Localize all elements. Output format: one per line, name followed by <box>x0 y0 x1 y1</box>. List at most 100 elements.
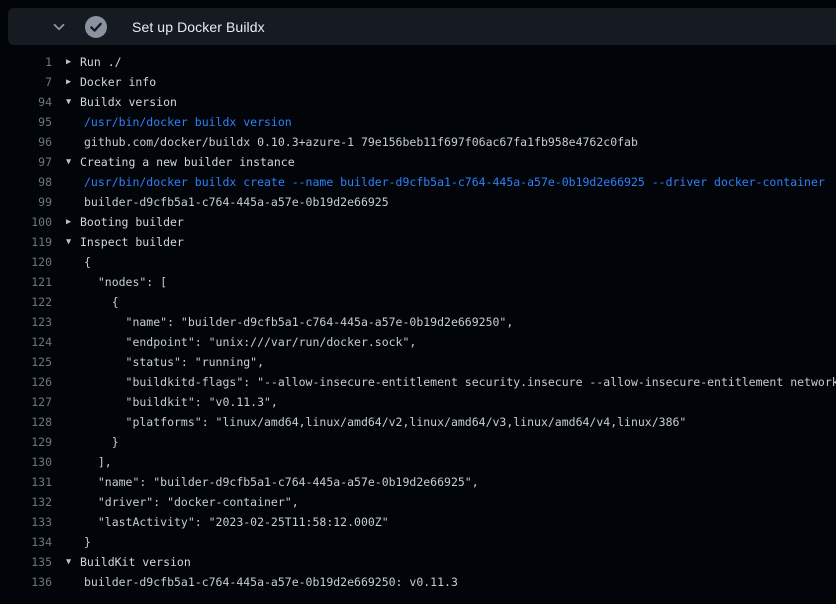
log-row: 121 "nodes": [ <box>0 272 836 292</box>
line-number[interactable]: 135 <box>0 552 52 572</box>
line-number[interactable]: 99 <box>0 192 52 212</box>
log-row: 133 "lastActivity": "2023-02-25T11:58:12… <box>0 512 836 532</box>
log-row: 122 { <box>0 292 836 312</box>
log-row: 99builder-d9cfb5a1-c764-445a-a57e-0b19d2… <box>0 192 836 212</box>
chevron-down-icon[interactable] <box>51 19 67 35</box>
log-group-header[interactable]: ▼BuildKit version <box>52 552 191 572</box>
log-row: 96github.com/docker/buildx 0.10.3+azure-… <box>0 132 836 152</box>
line-number[interactable]: 98 <box>0 172 52 192</box>
log-group-header[interactable]: ▶Docker info <box>52 72 156 92</box>
log-row: 120{ <box>0 252 836 272</box>
line-number[interactable]: 7 <box>0 72 52 92</box>
command-line: /usr/bin/docker buildx version <box>52 112 292 132</box>
log-row[interactable]: 94▼Buildx version <box>0 92 836 112</box>
line-number[interactable]: 97 <box>0 152 52 172</box>
log-group-header[interactable]: ▼Creating a new builder instance <box>52 152 295 172</box>
line-number[interactable]: 100 <box>0 212 52 232</box>
output-line: "platforms": "linux/amd64,linux/amd64/v2… <box>52 412 686 432</box>
log-row: 95/usr/bin/docker buildx version <box>0 112 836 132</box>
line-number[interactable]: 120 <box>0 252 52 272</box>
group-title: Buildx version <box>80 92 177 112</box>
log-group-header[interactable]: ▼Inspect builder <box>52 232 184 252</box>
output-line: "lastActivity": "2023-02-25T11:58:12.000… <box>52 512 389 532</box>
log-row: 132 "driver": "docker-container", <box>0 492 836 512</box>
log-row[interactable]: 135▼BuildKit version <box>0 552 836 572</box>
line-number[interactable]: 1 <box>0 52 52 72</box>
output-line: } <box>52 532 91 552</box>
line-number[interactable]: 121 <box>0 272 52 292</box>
line-number[interactable]: 127 <box>0 392 52 412</box>
log-row: 129 } <box>0 432 836 452</box>
actions-log-viewer: Set up Docker Buildx 1▶Run ./7▶Docker in… <box>0 0 836 604</box>
group-title: Creating a new builder instance <box>80 152 295 172</box>
log-row[interactable]: 119▼Inspect builder <box>0 232 836 252</box>
step-header[interactable]: Set up Docker Buildx <box>8 8 836 45</box>
log-row: 123 "name": "builder-d9cfb5a1-c764-445a-… <box>0 312 836 332</box>
step-title: Set up Docker Buildx <box>132 19 265 35</box>
log-row: 127 "buildkit": "v0.11.3", <box>0 392 836 412</box>
log-row: 126 "buildkitd-flags": "--allow-insecure… <box>0 372 836 392</box>
line-number[interactable]: 126 <box>0 372 52 392</box>
line-number[interactable]: 132 <box>0 492 52 512</box>
line-number[interactable]: 125 <box>0 352 52 372</box>
output-line: github.com/docker/buildx 0.10.3+azure-1 … <box>52 132 638 152</box>
line-number[interactable]: 124 <box>0 332 52 352</box>
output-line: { <box>52 252 91 272</box>
output-line: "name": "builder-d9cfb5a1-c764-445a-a57e… <box>52 472 479 492</box>
triangle-right-icon: ▶ <box>66 212 80 232</box>
log-row[interactable]: 1▶Run ./ <box>0 52 836 72</box>
output-line: "endpoint": "unix:///var/run/docker.sock… <box>52 332 416 352</box>
log-row[interactable]: 100▶Booting builder <box>0 212 836 232</box>
group-title: BuildKit version <box>80 552 191 572</box>
log-group-header[interactable]: ▶Booting builder <box>52 212 184 232</box>
output-line: ], <box>52 452 112 472</box>
line-number[interactable]: 122 <box>0 292 52 312</box>
output-line: "nodes": [ <box>52 272 167 292</box>
group-title: Booting builder <box>80 212 184 232</box>
triangle-down-icon: ▼ <box>66 92 80 112</box>
log-row: 124 "endpoint": "unix:///var/run/docker.… <box>0 332 836 352</box>
output-line: { <box>52 292 119 312</box>
line-number[interactable]: 123 <box>0 312 52 332</box>
log-row: 125 "status": "running", <box>0 352 836 372</box>
output-line: builder-d9cfb5a1-c764-445a-a57e-0b19d2e6… <box>52 572 458 592</box>
output-line: "buildkit": "v0.11.3", <box>52 392 278 412</box>
line-number[interactable]: 136 <box>0 572 52 592</box>
log-row: 128 "platforms": "linux/amd64,linux/amd6… <box>0 412 836 432</box>
line-number[interactable]: 130 <box>0 452 52 472</box>
line-number[interactable]: 128 <box>0 412 52 432</box>
output-line: "driver": "docker-container", <box>52 492 299 512</box>
line-number[interactable]: 95 <box>0 112 52 132</box>
output-line: } <box>52 432 119 452</box>
line-number[interactable]: 94 <box>0 92 52 112</box>
command-line: /usr/bin/docker buildx create --name bui… <box>52 172 825 192</box>
group-title: Inspect builder <box>80 232 184 252</box>
triangle-right-icon: ▶ <box>66 52 80 72</box>
log-row[interactable]: 97▼Creating a new builder instance <box>0 152 836 172</box>
line-number[interactable]: 133 <box>0 512 52 532</box>
triangle-down-icon: ▼ <box>66 152 80 172</box>
group-title: Run ./ <box>80 52 122 72</box>
success-check-icon <box>85 16 107 38</box>
log-area: 1▶Run ./7▶Docker info94▼Buildx version95… <box>0 45 836 604</box>
line-number[interactable]: 129 <box>0 432 52 452</box>
triangle-right-icon: ▶ <box>66 72 80 92</box>
log-row: 131 "name": "builder-d9cfb5a1-c764-445a-… <box>0 472 836 492</box>
output-line: builder-d9cfb5a1-c764-445a-a57e-0b19d2e6… <box>52 192 389 212</box>
log-group-header[interactable]: ▼Buildx version <box>52 92 177 112</box>
log-row: 136builder-d9cfb5a1-c764-445a-a57e-0b19d… <box>0 572 836 592</box>
group-title: Docker info <box>80 72 156 92</box>
log-row[interactable]: 7▶Docker info <box>0 72 836 92</box>
output-line: "status": "running", <box>52 352 264 372</box>
output-line: "name": "builder-d9cfb5a1-c764-445a-a57e… <box>52 312 513 332</box>
log-group-header[interactable]: ▶Run ./ <box>52 52 122 72</box>
log-row: 98/usr/bin/docker buildx create --name b… <box>0 172 836 192</box>
output-line: "buildkitd-flags": "--allow-insecure-ent… <box>52 372 836 392</box>
triangle-down-icon: ▼ <box>66 232 80 252</box>
line-number[interactable]: 96 <box>0 132 52 152</box>
log-row: 134} <box>0 532 836 552</box>
line-number[interactable]: 119 <box>0 232 52 252</box>
line-number[interactable]: 134 <box>0 532 52 552</box>
line-number[interactable]: 131 <box>0 472 52 492</box>
triangle-down-icon: ▼ <box>66 552 80 572</box>
